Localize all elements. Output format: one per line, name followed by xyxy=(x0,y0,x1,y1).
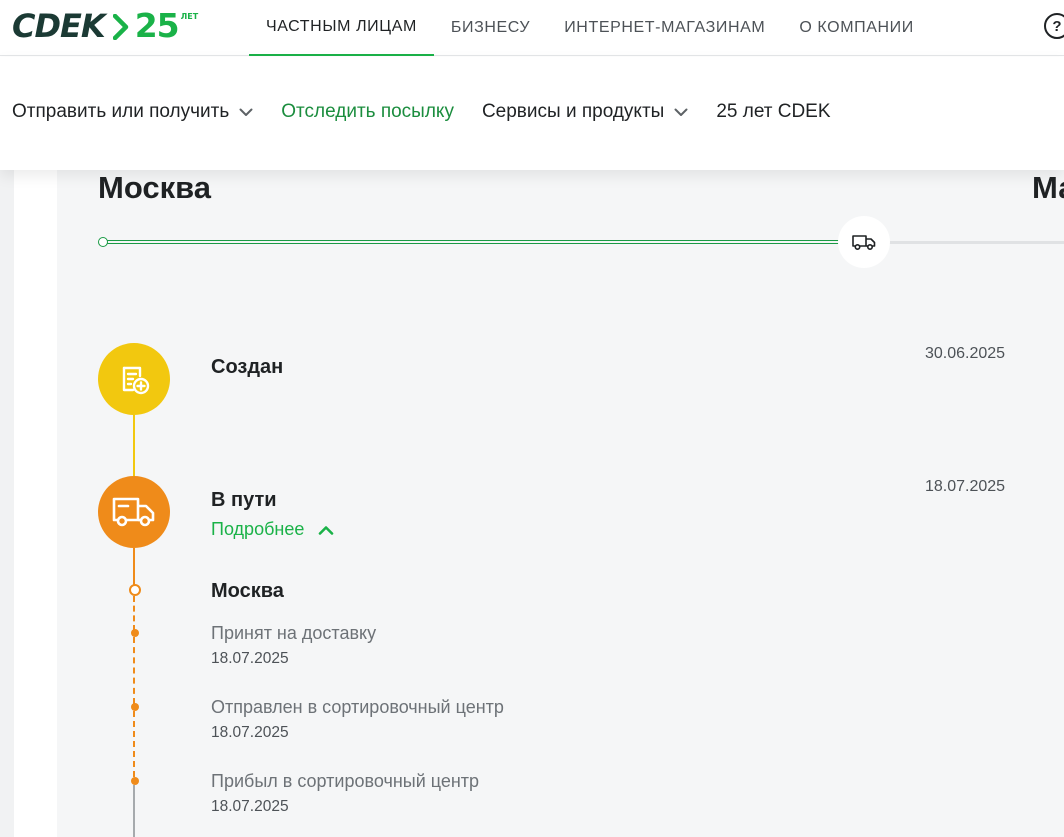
chevron-up-icon xyxy=(319,525,334,535)
event-title: Отправлен в сортировочный центр xyxy=(211,697,504,717)
route-progress-line xyxy=(104,240,844,244)
sub-timeline-city: Москва xyxy=(211,580,284,602)
sub-nav: Отправить или получить Отследить посылку… xyxy=(0,57,1064,170)
event-date: 18.07.2025 xyxy=(211,798,289,815)
sub-nav-25-years[interactable]: 25 лет CDEK xyxy=(716,101,830,123)
top-nav-business[interactable]: БИЗНЕСУ xyxy=(434,0,547,56)
top-nav-about[interactable]: О КОМПАНИИ xyxy=(782,0,931,56)
chevron-down-icon xyxy=(239,108,253,116)
top-nav-private[interactable]: ЧАСТНЫМ ЛИЦАМ xyxy=(249,0,434,56)
route-remaining-line xyxy=(864,241,1064,244)
sub-nav-send-receive-label: Отправить или получить xyxy=(12,101,230,122)
logo-years-suffix: ЛЕТ xyxy=(180,12,199,21)
sub-timeline-remaining-line xyxy=(133,785,135,837)
status-created-date: 30.06.2025 xyxy=(925,345,1006,362)
logo-years: 25 xyxy=(134,6,180,45)
sub-timeline-dashed-line xyxy=(133,711,135,777)
truck-icon xyxy=(852,235,876,251)
document-plus-icon xyxy=(122,366,150,395)
sub-timeline-event-dot xyxy=(131,777,139,785)
sub-timeline-event-dot xyxy=(131,629,139,637)
sub-nav-services-label: Сервисы и продукты xyxy=(481,101,665,122)
top-nav-ecommerce[interactable]: ИНТЕРНЕТ-МАГАЗИНАМ xyxy=(547,0,782,56)
truck-icon xyxy=(112,497,155,527)
status-in-transit-badge xyxy=(98,476,170,548)
sub-nav-send-receive[interactable]: Отправить или получить xyxy=(12,101,253,123)
event-title: Принят на доставку xyxy=(211,623,377,643)
sub-timeline-city-marker xyxy=(129,584,141,596)
status-created-badge xyxy=(98,343,170,415)
event-date: 18.07.2025 xyxy=(211,650,289,667)
logo-brand: CDEK xyxy=(12,7,106,45)
status-created-title: Создан xyxy=(211,356,284,378)
route-start-point xyxy=(98,237,108,247)
sub-nav-track-parcel[interactable]: Отследить посылку xyxy=(281,101,454,123)
status-in-transit-date: 18.07.2025 xyxy=(925,478,1006,495)
route-progress-marker xyxy=(838,216,890,268)
details-toggle-label: Подробнее xyxy=(211,519,305,539)
top-nav: ЧАСТНЫМ ЛИЦАМ БИЗНЕСУ ИНТЕРНЕТ-МАГАЗИНАМ… xyxy=(249,0,931,56)
left-strip xyxy=(0,170,14,837)
sub-timeline-dashed-line xyxy=(133,596,135,631)
top-header: CDEK 25 ЛЕТ ЧАСТНЫМ ЛИЦАМ БИЗНЕСУ ИНТЕРН… xyxy=(0,0,1064,56)
tracking-card xyxy=(57,170,1064,837)
sub-timeline-dashed-line xyxy=(133,637,135,704)
details-toggle-link[interactable]: Подробнее xyxy=(211,519,334,540)
tracking-content: Москва Ма Создан 30.06.2025 xyxy=(0,170,1064,837)
route-to-city: Ма xyxy=(1032,170,1064,205)
sub-timeline-event-dot xyxy=(131,703,139,711)
event-date: 18.07.2025 xyxy=(211,724,289,741)
logo-chevron-icon xyxy=(112,14,128,40)
question-circle-icon[interactable]: ? xyxy=(1044,13,1064,39)
sub-nav-services[interactable]: Сервисы и продукты xyxy=(482,101,688,123)
route-from-city: Москва xyxy=(98,170,211,205)
cdek-logo[interactable]: CDEK 25 ЛЕТ xyxy=(12,6,198,46)
status-in-transit-title: В пути xyxy=(211,489,277,511)
timeline-connector xyxy=(133,415,135,477)
chevron-down-icon xyxy=(674,108,688,116)
event-title: Прибыл в сортировочный центр xyxy=(211,771,480,791)
